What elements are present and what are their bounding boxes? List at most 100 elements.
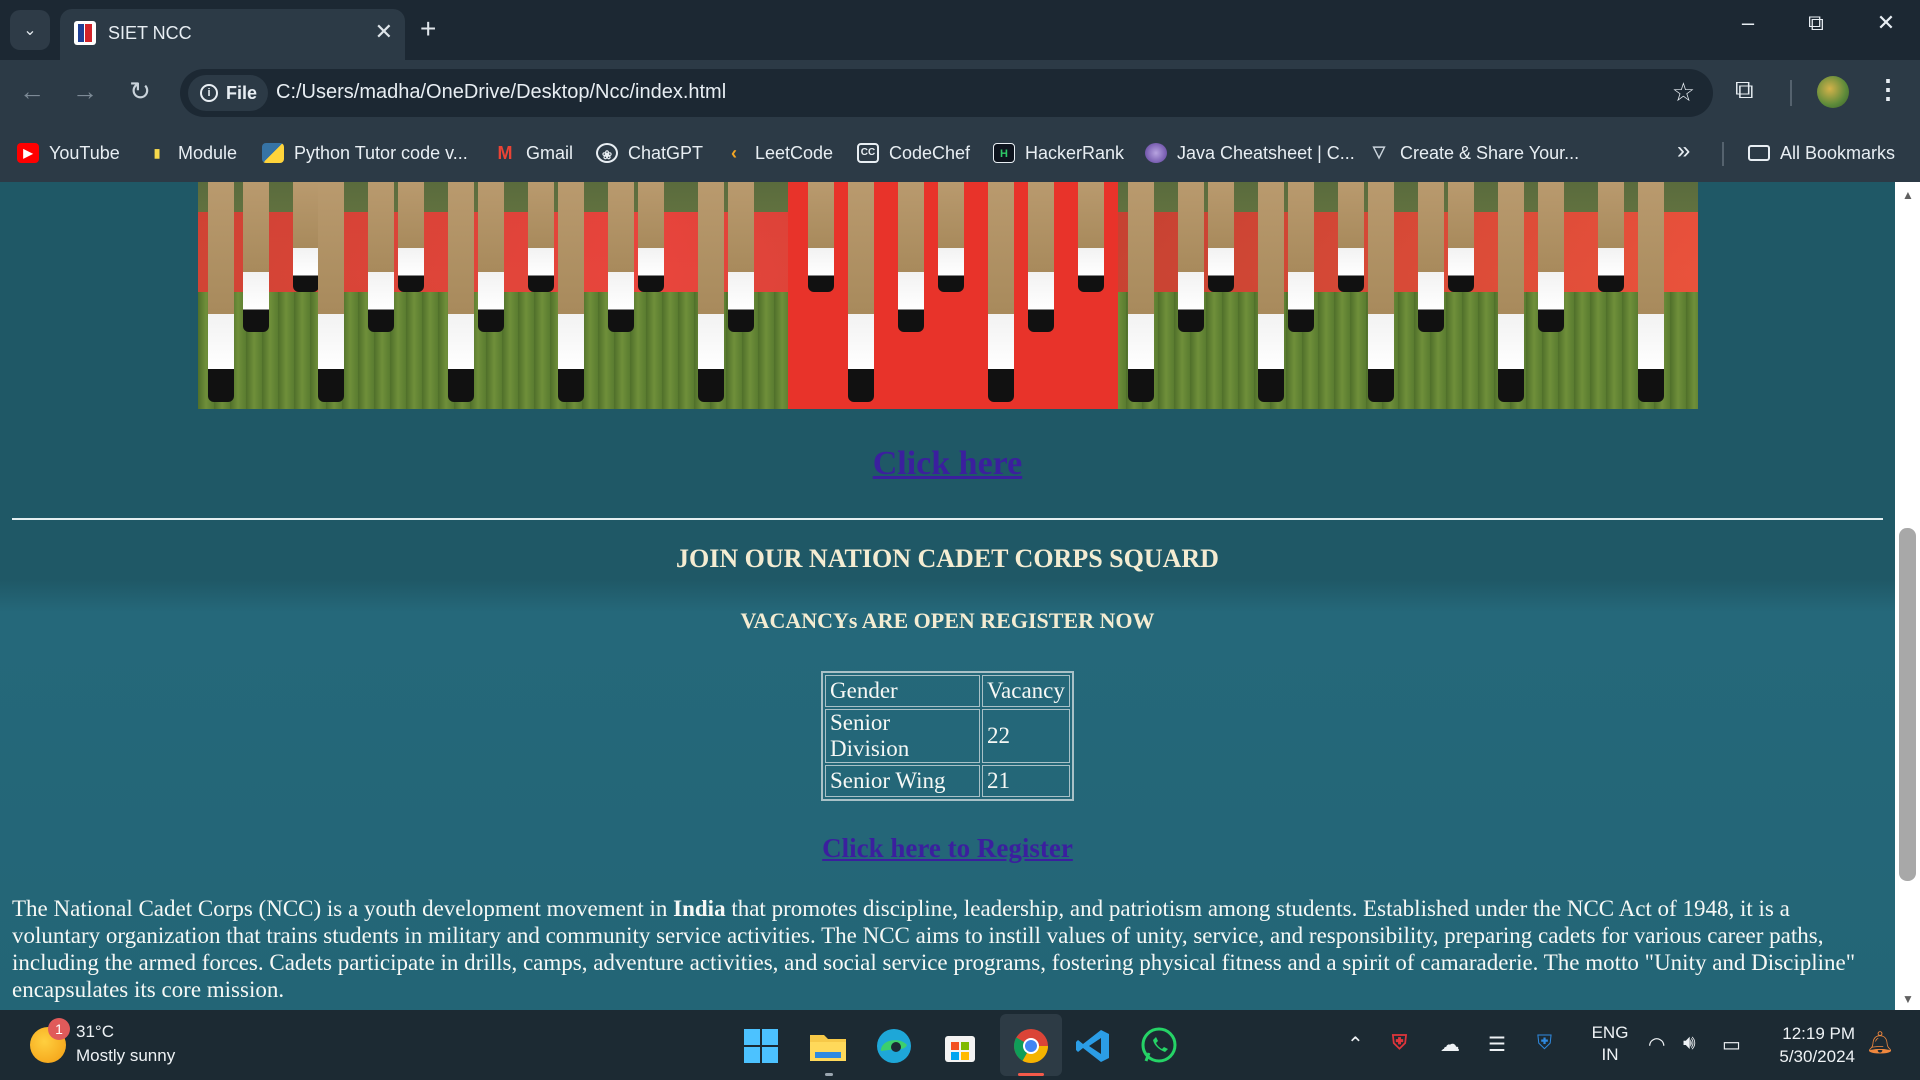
more-bookmarks-chevron-icon[interactable]: » (1677, 137, 1690, 165)
profile-avatar[interactable] (1817, 76, 1849, 108)
region-code: IN (1601, 1045, 1619, 1064)
reload-icon[interactable]: ↻ (122, 76, 158, 106)
click-here-link[interactable]: Click here (0, 445, 1895, 483)
minimize-icon[interactable]: – (1728, 10, 1768, 36)
about-text-bold: India (673, 896, 726, 921)
chatgpt-icon: ❀ (596, 143, 618, 163)
scroll-up-arrow-icon[interactable]: ▲ (1902, 188, 1914, 202)
close-tab-icon[interactable]: ✕ (375, 19, 393, 45)
new-tab-button[interactable]: + (420, 12, 436, 46)
tab-search-button[interactable]: ⌄ (10, 10, 50, 50)
weather-temperature[interactable]: 31°C (76, 1022, 114, 1042)
bookmarks-bar: ▶ YouTube ▮ Module Python Tutor code v..… (0, 125, 1920, 182)
show-hidden-icons-chevron-icon[interactable]: ⌃ (1347, 1032, 1364, 1057)
bookmark-module[interactable]: ▮ Module (146, 139, 237, 167)
ncc-cadets-photo (198, 182, 1698, 409)
bookmark-label: Gmail (526, 142, 574, 163)
photo-leg (243, 182, 269, 332)
folder-icon (1748, 145, 1770, 161)
microsoft-store-icon[interactable] (939, 1025, 981, 1067)
about-ncc-paragraph: The National Cadet Corps (NCC) is a yout… (12, 895, 1883, 1003)
vscode-icon[interactable] (1072, 1025, 1114, 1067)
photo-leg (848, 182, 874, 402)
more-menu-icon[interactable]: ⋮ (1875, 74, 1901, 105)
table-cell: Senior Wing (825, 765, 980, 797)
volume-icon[interactable]: 🔊︎ (1683, 1032, 1696, 1055)
chrome-active-indicator (1018, 1073, 1044, 1076)
all-bookmarks-button[interactable]: All Bookmarks (1748, 139, 1895, 167)
bookmark-chatgpt[interactable]: ❀ ChatGPT (596, 139, 703, 167)
codechef-icon: CC (857, 143, 879, 163)
onedrive-cloud-icon[interactable]: ☁ (1440, 1032, 1460, 1057)
bookmark-create-share[interactable]: ▽ Create & Share Your... (1368, 139, 1579, 167)
bookmark-python-tutor[interactable]: Python Tutor code v... (262, 139, 468, 167)
photo-leg (1258, 182, 1284, 402)
bookmark-codechef[interactable]: CC CodeChef (857, 139, 970, 167)
notification-bell-icon[interactable]: 🔔︎ (1866, 1030, 1894, 1056)
whatsapp-icon[interactable] (1138, 1025, 1180, 1067)
mcafee-shield-icon[interactable]: ⛨ (1392, 1032, 1407, 1055)
table-cell: 21 (982, 765, 1070, 797)
module-icon: ▮ (153, 146, 161, 160)
back-arrow-icon[interactable]: ← (14, 76, 50, 106)
photo-leg (1538, 182, 1564, 332)
bookmark-java-cheatsheet[interactable]: Java Cheatsheet | C... (1145, 139, 1355, 167)
photo-leg (1498, 182, 1524, 402)
browser-tab[interactable]: SIET NCC ✕ (60, 9, 405, 60)
bookmark-gmail[interactable]: M Gmail (494, 139, 574, 167)
display-settings-icon[interactable]: ☰ (1488, 1032, 1506, 1057)
photo-leg (1178, 182, 1204, 332)
photo-leg (1418, 182, 1444, 332)
forward-arrow-icon[interactable]: → (67, 76, 103, 106)
table-cell: Senior Division (825, 709, 980, 763)
photo-leg (1078, 182, 1104, 292)
toolbar-divider (1790, 80, 1792, 106)
table-cell: 22 (982, 709, 1070, 763)
photo-cadet-legs (198, 182, 1698, 409)
page-scrollbar[interactable]: ▲ ▼ (1895, 182, 1920, 1010)
leetcode-icon: ‹ (731, 143, 737, 163)
weather-badge: 1 (48, 1018, 70, 1040)
edge-icon[interactable] (873, 1025, 915, 1067)
create-share-icon: ▽ (1372, 144, 1386, 161)
clock-time: 12:19 PM (1782, 1024, 1855, 1043)
site-info-chip[interactable]: i File (188, 75, 268, 111)
windows-security-icon[interactable]: ⛨ (1537, 1032, 1552, 1055)
language-indicator[interactable]: ENG IN (1585, 1022, 1635, 1066)
windows-start-icon[interactable] (740, 1025, 782, 1067)
bookmark-star-icon[interactable]: ☆ (1672, 77, 1695, 108)
photo-leg (528, 182, 554, 292)
bookmark-hackerrank[interactable]: H HackerRank (993, 139, 1124, 167)
scroll-thumb[interactable] (1899, 528, 1916, 881)
bookmark-label: ChatGPT (628, 142, 704, 163)
address-bar[interactable]: i File C:/Users/madha/OneDrive/Desktop/N… (180, 69, 1713, 117)
vacancy-subheading: VACANCYs ARE OPEN REGISTER NOW (740, 608, 1155, 633)
photo-leg (398, 182, 424, 292)
join-heading: JOIN OUR NATION CADET CORPS SQUARD (676, 544, 1219, 573)
clock-date: 5/30/2024 (1779, 1047, 1855, 1066)
photo-leg (638, 182, 664, 292)
battery-icon[interactable]: ▭ (1722, 1032, 1741, 1057)
photo-leg (368, 182, 394, 332)
chrome-icon[interactable] (1010, 1025, 1052, 1067)
url-text[interactable]: C:/Users/madha/OneDrive/Desktop/Ncc/inde… (276, 81, 726, 104)
bookmark-label: CodeChef (889, 142, 971, 163)
bookmark-label: LeetCode (755, 142, 834, 163)
file-explorer-indicator (825, 1073, 833, 1076)
windows-taskbar: 1 31°C Mostly sunny ⌃ ⛨ ☁ ☰ ⛨ ENG IN ◠ 🔊… (0, 1010, 1920, 1080)
system-clock[interactable]: 12:19 PM 5/30/2024 (1765, 1022, 1855, 1068)
bookmark-label: Create & Share Your... (1400, 142, 1580, 163)
scroll-down-arrow-icon[interactable]: ▼ (1902, 992, 1914, 1006)
bookmark-leetcode[interactable]: ‹ LeetCode (723, 139, 833, 167)
close-window-icon[interactable]: ✕ (1866, 10, 1906, 36)
photo-leg (808, 182, 834, 292)
table-row: Senior Division 22 (825, 709, 1070, 763)
register-link[interactable]: Click here to Register (0, 833, 1895, 864)
restore-icon[interactable]: ⧉ (1796, 10, 1836, 36)
bookmark-youtube[interactable]: ▶ YouTube (17, 139, 120, 167)
wifi-icon[interactable]: ◠ (1648, 1032, 1665, 1057)
extensions-puzzle-icon[interactable]: ⧉ (1735, 74, 1754, 106)
gmail-icon: M (497, 143, 513, 163)
weather-description[interactable]: Mostly sunny (76, 1046, 175, 1066)
file-explorer-icon[interactable] (807, 1025, 849, 1067)
